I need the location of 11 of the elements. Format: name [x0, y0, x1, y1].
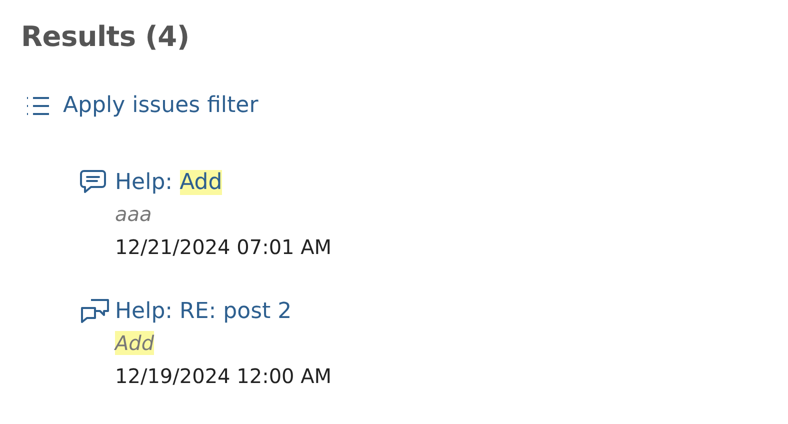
- result-title-link[interactable]: Help: Add: [115, 170, 222, 194]
- result-date: 12/21/2024 07:01 AM: [115, 235, 333, 259]
- result-title-link[interactable]: Help: RE: post 2: [115, 298, 292, 324]
- list-icon: [25, 96, 51, 116]
- result-snippet: Add: [115, 331, 154, 355]
- comment-icon: [79, 168, 107, 196]
- result-date: 12/19/2024 12:00 AM: [115, 364, 333, 388]
- result-snippet: aaa: [115, 202, 152, 226]
- apply-filter-link[interactable]: Apply issues filter: [25, 93, 258, 118]
- results-heading: Results (4): [21, 20, 190, 53]
- chat-bubbles-icon: [79, 297, 111, 325]
